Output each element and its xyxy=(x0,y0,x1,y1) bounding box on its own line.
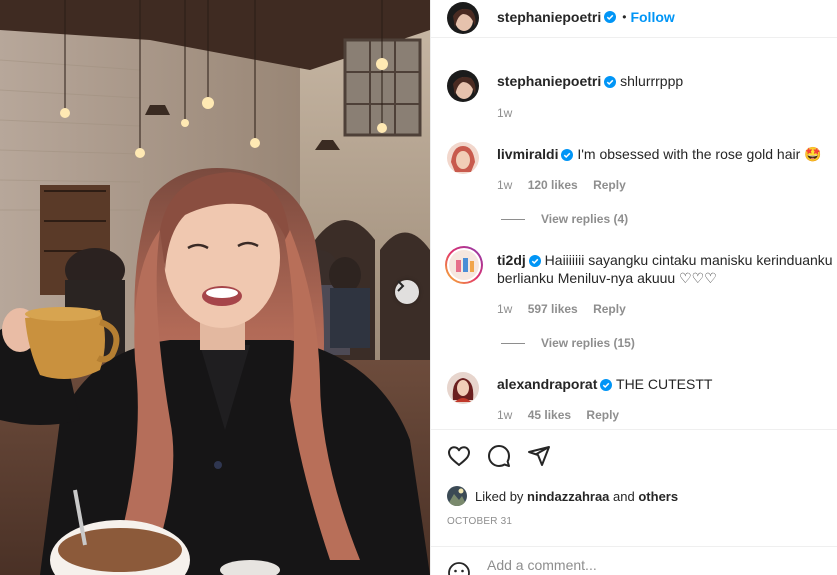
comment-text: I'm obsessed with the rose gold hair 🤩 xyxy=(577,146,822,162)
comment-time: 1w xyxy=(497,178,513,192)
comment-time: 1w xyxy=(497,302,513,316)
author-username[interactable]: stephaniepoetri xyxy=(497,9,601,25)
view-replies-button[interactable]: View replies (15) xyxy=(501,336,635,350)
comment-time: 1w xyxy=(497,408,513,422)
comment-meta: 1w 597 likes Reply xyxy=(497,302,638,316)
share-icon[interactable] xyxy=(527,444,551,468)
post-header: stephaniepoetri • Follow xyxy=(431,0,837,38)
comment-username[interactable]: alexandraporat xyxy=(497,376,597,392)
comment-meta: 1w 120 likes Reply xyxy=(497,178,638,192)
commenter-avatar-image xyxy=(449,250,479,280)
caption-text-row: stephaniepoetri shlurrrppp xyxy=(497,72,837,90)
comment-text: Haiiiiiii sayangku cintaku manisku kerin… xyxy=(497,252,833,286)
comment-username[interactable]: ti2dj xyxy=(497,252,526,268)
verified-badge-icon xyxy=(561,149,574,161)
liked-by-conj: and xyxy=(613,488,635,504)
photo-illustration xyxy=(0,0,430,575)
comment-likes[interactable]: 45 likes xyxy=(528,408,571,422)
author-avatar[interactable] xyxy=(447,2,479,34)
view-replies-label: View replies (15) xyxy=(541,336,635,350)
caption-text: shlurrrppp xyxy=(620,73,684,89)
reply-button[interactable]: Reply xyxy=(593,178,626,192)
post-photo[interactable] xyxy=(0,0,430,575)
liker-avatar-image xyxy=(447,488,467,506)
commenter-avatar-image xyxy=(451,146,475,172)
liked-by: Liked by nindazzahraa and others xyxy=(447,486,678,506)
comment-text-row: ti2dj Haiiiiiii sayangku cintaku manisku… xyxy=(497,251,837,287)
header-separator: • xyxy=(622,10,627,24)
view-replies-line xyxy=(501,218,525,220)
add-comment-bar xyxy=(431,546,837,575)
comment-icon[interactable] xyxy=(487,444,511,468)
comment-likes[interactable]: 597 likes xyxy=(528,302,578,316)
view-replies-button[interactable]: View replies (4) xyxy=(501,212,628,226)
caption-username[interactable]: stephaniepoetri xyxy=(497,73,601,89)
comment-meta: 1w 45 likes Reply xyxy=(497,408,631,422)
liked-by-user[interactable]: nindazzahraa xyxy=(527,489,609,504)
caption-time: 1w xyxy=(497,106,513,120)
heart-icon[interactable] xyxy=(447,444,471,468)
comment-text: THE CUTESTT xyxy=(616,376,713,392)
commenter-avatar[interactable] xyxy=(447,142,479,174)
reply-button[interactable]: Reply xyxy=(593,302,626,316)
caption-meta: 1w xyxy=(497,106,524,120)
story-ring xyxy=(447,248,481,282)
liker-avatar[interactable] xyxy=(447,486,467,506)
commenter-avatar[interactable] xyxy=(447,372,479,404)
verified-badge-icon xyxy=(604,11,617,23)
caption-avatar[interactable] xyxy=(447,70,479,102)
comment-text-row: alexandraporat THE CUTESTT xyxy=(497,375,837,393)
post-date[interactable]: OCTOBER 31 xyxy=(447,516,512,527)
view-replies-line xyxy=(501,342,525,344)
verified-badge-icon xyxy=(528,255,541,267)
post-details-panel: stephaniepoetri • Follow stephaniepoetri… xyxy=(430,0,837,575)
verified-badge-icon xyxy=(604,76,617,88)
caption-avatar-image xyxy=(453,76,476,99)
emoji-icon[interactable] xyxy=(447,561,471,575)
liked-by-others[interactable]: others xyxy=(638,489,678,504)
add-comment-input[interactable] xyxy=(487,557,787,573)
view-replies-label: View replies (4) xyxy=(541,212,629,226)
liked-by-prefix: Liked by xyxy=(475,488,524,504)
verified-badge-icon xyxy=(600,379,613,391)
comment-text-row: livmiraldi I'm obsessed with the rose go… xyxy=(497,145,837,163)
comment-likes[interactable]: 120 likes xyxy=(528,178,578,192)
next-arrow-icon xyxy=(397,280,405,292)
follow-button[interactable]: Follow xyxy=(630,9,674,25)
post-actions: Liked by nindazzahraa and others OCTOBER… xyxy=(431,429,837,575)
author-avatar-image xyxy=(453,8,476,31)
comment-username[interactable]: livmiraldi xyxy=(497,146,558,162)
next-photo-button[interactable] xyxy=(395,280,419,304)
reply-button[interactable]: Reply xyxy=(586,408,619,422)
commenter-avatar[interactable] xyxy=(445,246,483,284)
commenter-avatar-image xyxy=(452,378,474,402)
